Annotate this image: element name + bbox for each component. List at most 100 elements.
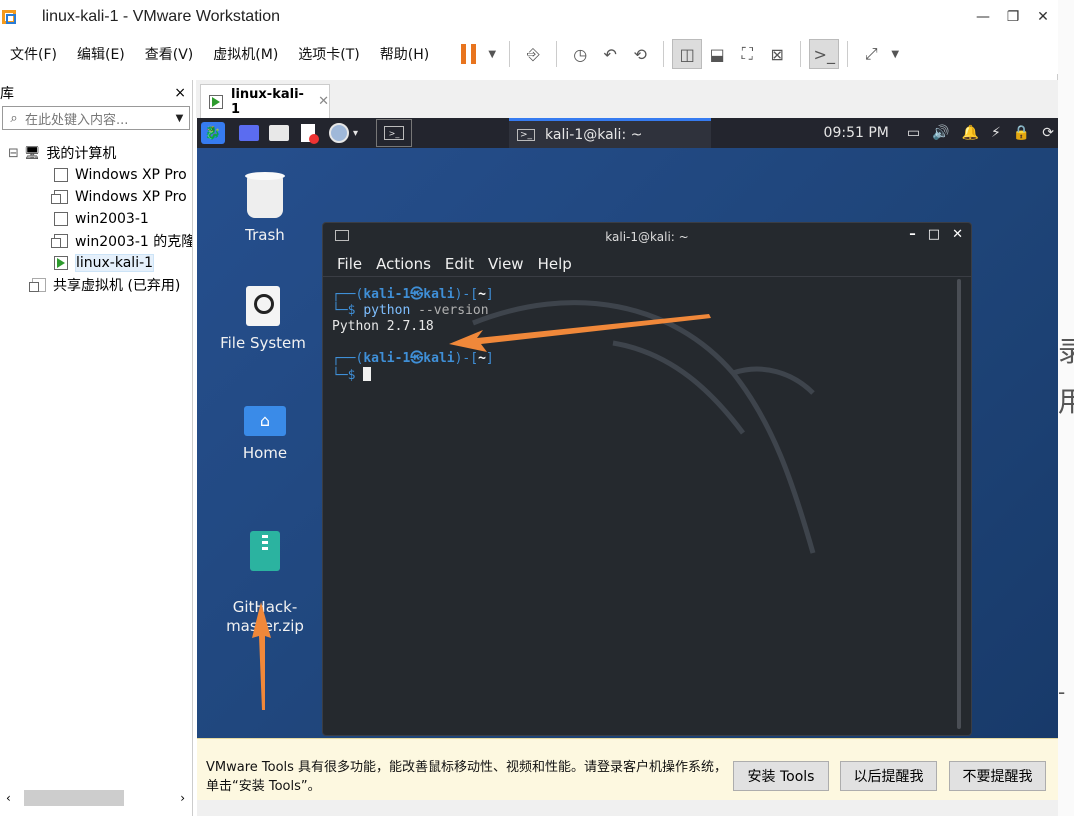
notifications-icon[interactable]: 🔔 <box>962 125 979 141</box>
browser-icon[interactable] <box>329 123 349 143</box>
tab-linux-kali-1[interactable]: linux-kali-1 ✕ <box>200 84 330 118</box>
snapshot-manager-icon[interactable]: ⟲ <box>625 39 655 69</box>
menu-edit[interactable]: 编辑(E) <box>67 44 135 64</box>
desktop-icon-filesystem[interactable]: File System <box>208 286 318 353</box>
tree-label: 共享虚拟机 (已弃用) <box>53 278 181 294</box>
collapse-icon[interactable]: ⊟ <box>8 146 19 161</box>
send-ctrl-alt-del-icon[interactable]: ⎆ <box>518 39 548 69</box>
desktop-icon-home[interactable]: ⌂ Home <box>210 406 320 463</box>
vm-icon <box>54 212 68 226</box>
taskbar-window-button[interactable]: >_ kali-1@kali: ~ <box>509 118 711 148</box>
toolbar-divider <box>556 41 558 67</box>
menu-tabs[interactable]: 选项卡(T) <box>288 44 369 64</box>
toolbar-divider <box>663 41 665 67</box>
toolbar-divider <box>847 41 849 67</box>
pause-dropdown-icon[interactable]: ▼ <box>483 39 501 69</box>
trash-icon <box>245 172 285 218</box>
window-controls: — ❐ ✕ <box>968 0 1058 34</box>
menu-view[interactable]: 查看(V) <box>135 44 204 64</box>
tree-item-shared-vms[interactable]: 共享虚拟机 (已弃用) <box>0 274 192 296</box>
library-hscrollbar[interactable]: ‹ › <box>0 788 193 808</box>
terminal-window[interactable]: kali-1@kali: ~ – □ ✕ File Actions Edit V… <box>322 222 972 736</box>
tree-label: Windows XP Pro <box>75 167 187 183</box>
toolbar-divider <box>509 41 511 67</box>
desktop-icon-trash[interactable]: Trash <box>210 172 320 245</box>
tab-close-icon[interactable]: ✕ <box>318 94 329 109</box>
lock-icon[interactable]: 🔒 <box>1013 125 1030 141</box>
notification-message: VMware Tools 具有很多功能，能改善鼠标移动性、视频和性能。请登录客户… <box>206 760 728 794</box>
workspace-icon[interactable] <box>239 125 259 141</box>
vm-running-icon <box>209 94 223 109</box>
show-library-icon[interactable]: ◫ <box>672 39 703 69</box>
vm-clone-icon <box>51 190 68 204</box>
search-dropdown-icon[interactable]: ▼ <box>169 112 189 124</box>
power-manager-icon[interactable]: ⚡ <box>991 125 1001 141</box>
filesystem-icon <box>246 286 280 326</box>
computer-icon: 🖥 <box>23 145 41 161</box>
tree-item-vm-selected[interactable]: linux-kali-1 <box>0 252 192 274</box>
scroll-left-icon[interactable]: ‹ <box>6 791 11 805</box>
volume-icon[interactable]: 🔊 <box>932 125 949 141</box>
vm-clone-icon <box>51 234 68 248</box>
pause-button[interactable] <box>453 39 483 69</box>
thumbnail-bar-icon[interactable]: ⬓ <box>702 39 732 69</box>
scroll-right-icon[interactable]: › <box>180 791 185 805</box>
input-line: └─$ <box>332 367 971 384</box>
menu-file[interactable]: 文件(F) <box>0 44 67 64</box>
close-icon[interactable]: ✕ <box>952 227 963 242</box>
text-editor-icon[interactable] <box>301 124 319 144</box>
file-manager-icon[interactable] <box>269 125 289 141</box>
tree-item-vm[interactable]: win2003-1 <box>0 208 192 230</box>
remind-later-button[interactable]: 以后提醒我 <box>840 761 937 791</box>
stretch-guest-icon[interactable]: ⤢ <box>856 39 886 69</box>
never-remind-button[interactable]: 不要提醒我 <box>949 761 1046 791</box>
library-title: 库 <box>0 86 14 102</box>
snapshot-icon[interactable]: ◷ <box>565 39 595 69</box>
tree-item-my-computer[interactable]: ⊟ 🖥 我的计算机 <box>0 142 192 164</box>
taskbar-window-title: kali-1@kali: ~ <box>545 126 643 143</box>
home-folder-icon: ⌂ <box>244 406 286 436</box>
library-search[interactable]: ⌕ 在此处键入内容... ▼ <box>2 106 190 130</box>
vm-tree: ⊟ 🖥 我的计算机 Windows XP Pro Windows XP Pro … <box>0 142 192 296</box>
clock[interactable]: 09:51 PM <box>824 125 889 141</box>
desktop-icon-label: File System <box>220 334 306 352</box>
logout-icon[interactable]: ⟳ <box>1042 125 1054 141</box>
stretch-dropdown-icon[interactable]: ▼ <box>886 39 904 69</box>
launcher-dropdown-icon[interactable]: ▾ <box>353 128 358 139</box>
tree-item-vm[interactable]: Windows XP Pro <box>0 164 192 186</box>
kali-menu-icon[interactable]: 🐉 <box>201 122 225 144</box>
status-bar <box>197 800 1058 816</box>
tree-item-vm[interactable]: win2003-1 的克隆 <box>0 230 192 252</box>
library-close-icon[interactable]: × <box>174 85 186 101</box>
menu-vm[interactable]: 虚拟机(M) <box>203 44 288 64</box>
tree-label: linux-kali-1 <box>75 254 155 272</box>
taskbar-terminal-icon[interactable]: >_ <box>376 119 413 147</box>
restore-icon[interactable]: ❐ <box>998 0 1028 34</box>
terminal-menu-file[interactable]: File <box>337 255 362 273</box>
minimize-icon[interactable]: — <box>968 0 998 34</box>
search-input[interactable]: 在此处键入内容... <box>25 109 169 128</box>
tree-item-vm[interactable]: Windows XP Pro <box>0 186 192 208</box>
search-icon: ⌕ <box>10 110 18 126</box>
close-icon[interactable]: ✕ <box>1028 0 1058 34</box>
terminal-icon <box>335 230 349 241</box>
vm-running-icon <box>54 256 68 270</box>
toolbar-divider <box>800 41 802 67</box>
scroll-thumb[interactable] <box>24 790 124 806</box>
menu-help[interactable]: 帮助(H) <box>370 44 439 64</box>
vm-tab-bar: linux-kali-1 ✕ <box>196 80 1058 118</box>
console-view-icon[interactable]: >_ <box>809 39 840 69</box>
vm-display[interactable]: 🐉 >_ ▾ >_ >_ kali-1@kali: ~ 09:51 PM ▭ 🔊… <box>197 118 1058 738</box>
revert-snapshot-icon[interactable]: ↶ <box>595 39 625 69</box>
minimize-icon[interactable]: – <box>909 227 916 242</box>
unity-icon[interactable]: ⊠ <box>762 39 792 69</box>
desktop-icon-label: Trash <box>245 226 285 244</box>
fullscreen-icon[interactable]: ⛶ <box>732 39 762 69</box>
install-tools-button[interactable]: 安装 Tools <box>733 761 829 791</box>
maximize-icon[interactable]: □ <box>928 227 940 242</box>
terminal-title: kali-1@kali: ~ <box>605 230 689 244</box>
tab-label: linux-kali-1 <box>231 86 304 117</box>
terminal-scrollbar[interactable] <box>957 279 961 729</box>
display-icon[interactable]: ▭ <box>907 125 920 141</box>
annotation-arrow-icon <box>449 314 711 352</box>
